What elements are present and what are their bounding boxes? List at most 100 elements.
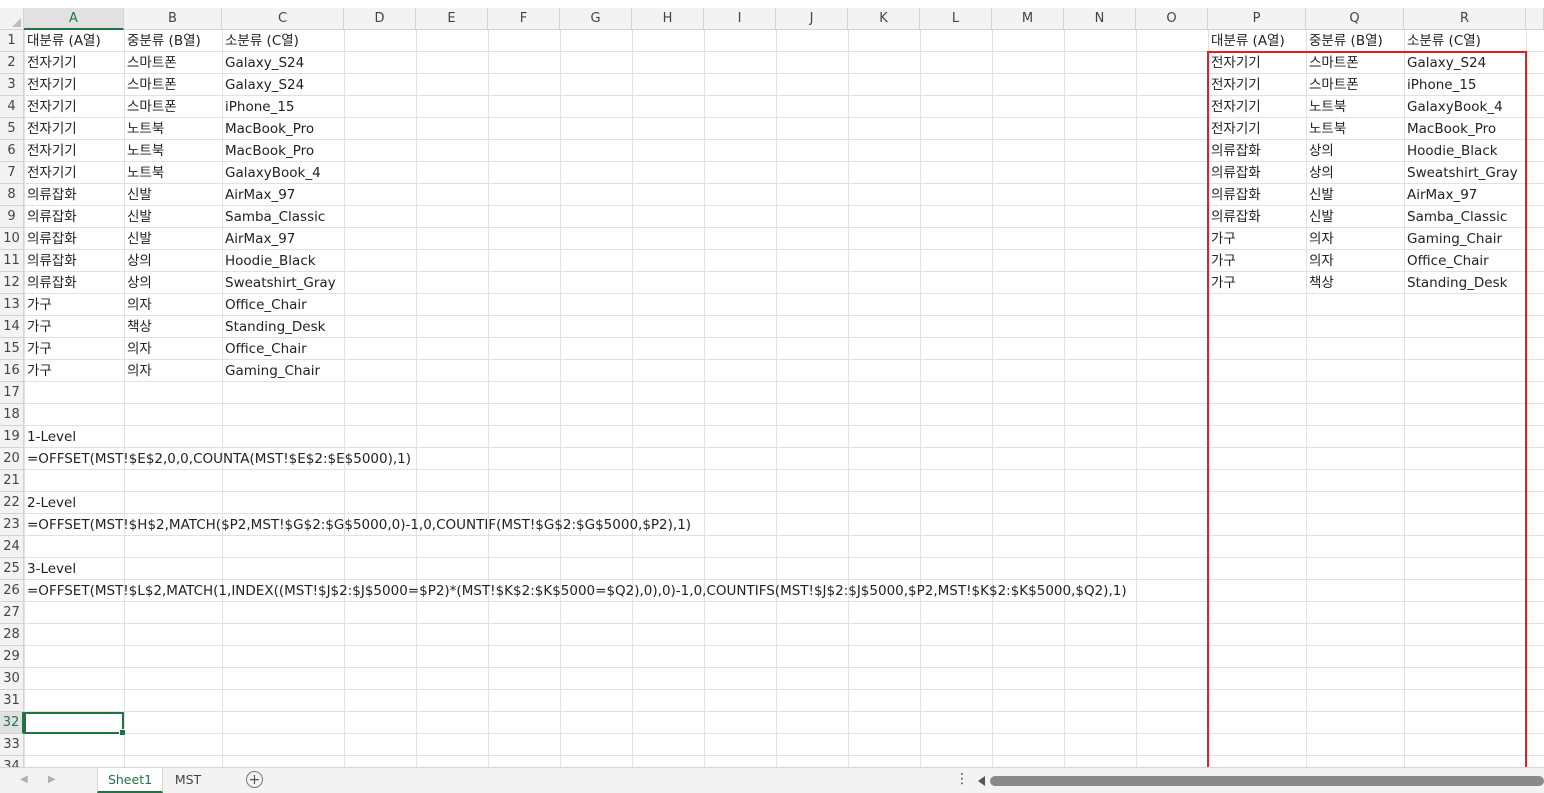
row-header-1[interactable]: 1 <box>0 30 24 52</box>
cell-c6[interactable]: MacBook_Pro <box>222 140 314 162</box>
cell-b4[interactable]: 스마트폰 <box>124 96 177 118</box>
cell-b13[interactable]: 의자 <box>124 294 152 316</box>
cell-r5[interactable]: MacBook_Pro <box>1404 118 1496 140</box>
cell-c9[interactable]: Samba_Classic <box>222 206 325 228</box>
cell-a23[interactable]: =OFFSET(MST!$H$2,MATCH($P2,MST!$G$2:$G$5… <box>24 514 691 536</box>
cell-a2[interactable]: 전자기기 <box>24 52 77 74</box>
cell-a3[interactable]: 전자기기 <box>24 74 77 96</box>
row-header-6[interactable]: 6 <box>0 140 24 162</box>
cell-q5[interactable]: 노트북 <box>1306 118 1346 140</box>
cell-b15[interactable]: 의자 <box>124 338 152 360</box>
cell-q8[interactable]: 신발 <box>1306 184 1334 206</box>
cell-p6[interactable]: 의류잡화 <box>1208 140 1261 162</box>
cell-a16[interactable]: 가구 <box>24 360 52 382</box>
cell-p3[interactable]: 전자기기 <box>1208 74 1261 96</box>
cell-a26[interactable]: =OFFSET(MST!$L$2,MATCH(1,INDEX((MST!$J$2… <box>24 580 1127 602</box>
row-header-10[interactable]: 10 <box>0 228 24 250</box>
cell-a14[interactable]: 가구 <box>24 316 52 338</box>
cell-b14[interactable]: 책상 <box>124 316 152 338</box>
row-header-5[interactable]: 5 <box>0 118 24 140</box>
cell-a15[interactable]: 가구 <box>24 338 52 360</box>
cell-b11[interactable]: 상의 <box>124 250 152 272</box>
cell-a9[interactable]: 의류잡화 <box>24 206 77 228</box>
column-header-h[interactable]: H <box>632 8 704 30</box>
column-header-a[interactable]: A <box>24 8 124 30</box>
cell-q1[interactable]: 중분류 (B열) <box>1306 30 1383 52</box>
cell-r1[interactable]: 소분류 (C열) <box>1404 30 1481 52</box>
cell-p11[interactable]: 가구 <box>1208 250 1236 272</box>
cell-r8[interactable]: AirMax_97 <box>1404 184 1477 206</box>
column-header-f[interactable]: F <box>488 8 560 30</box>
cell-b7[interactable]: 노트북 <box>124 162 164 184</box>
tab-mst[interactable]: MST <box>163 768 213 793</box>
cell-c5[interactable]: MacBook_Pro <box>222 118 314 140</box>
cell-p8[interactable]: 의류잡화 <box>1208 184 1261 206</box>
vertical-dots-icon[interactable]: ⋮ <box>955 771 969 787</box>
row-header-26[interactable]: 26 <box>0 580 24 602</box>
cell-q9[interactable]: 신발 <box>1306 206 1334 228</box>
cell-a5[interactable]: 전자기기 <box>24 118 77 140</box>
cell-a20[interactable]: =OFFSET(MST!$E$2,0,0,COUNTA(MST!$E$2:$E$… <box>24 448 411 470</box>
row-header-3[interactable]: 3 <box>0 74 24 96</box>
column-header-g[interactable]: G <box>560 8 632 30</box>
row-header-22[interactable]: 22 <box>0 492 24 514</box>
row-header-11[interactable]: 11 <box>0 250 24 272</box>
row-header-25[interactable]: 25 <box>0 558 24 580</box>
column-header-n[interactable]: N <box>1064 8 1136 30</box>
cell-a25[interactable]: 3-Level <box>24 558 76 580</box>
row-header-33[interactable]: 33 <box>0 734 24 756</box>
cell-q6[interactable]: 상의 <box>1306 140 1334 162</box>
row-header-2[interactable]: 2 <box>0 52 24 74</box>
cell-a7[interactable]: 전자기기 <box>24 162 77 184</box>
row-header-12[interactable]: 12 <box>0 272 24 294</box>
cell-r4[interactable]: GalaxyBook_4 <box>1404 96 1503 118</box>
tab-sheet1[interactable]: Sheet1 <box>97 768 163 793</box>
cell-b12[interactable]: 상의 <box>124 272 152 294</box>
cell-r3[interactable]: iPhone_15 <box>1404 74 1477 96</box>
cell-p10[interactable]: 가구 <box>1208 228 1236 250</box>
row-header-17[interactable]: 17 <box>0 382 24 404</box>
cell-c4[interactable]: iPhone_15 <box>222 96 295 118</box>
fill-handle[interactable] <box>119 729 126 736</box>
cell-c11[interactable]: Hoodie_Black <box>222 250 316 272</box>
column-header-l[interactable]: L <box>920 8 992 30</box>
prev-sheet-icon[interactable]: ◀ <box>20 774 28 785</box>
cell-b8[interactable]: 신발 <box>124 184 152 206</box>
cell-b16[interactable]: 의자 <box>124 360 152 382</box>
cell-b2[interactable]: 스마트폰 <box>124 52 177 74</box>
row-header-29[interactable]: 29 <box>0 646 24 668</box>
row-header-18[interactable]: 18 <box>0 404 24 426</box>
cell-b1[interactable]: 중분류 (B열) <box>124 30 201 52</box>
cell-p2[interactable]: 전자기기 <box>1208 52 1261 74</box>
cell-r10[interactable]: Gaming_Chair <box>1404 228 1502 250</box>
column-header-c[interactable]: C <box>222 8 344 30</box>
cell-b6[interactable]: 노트북 <box>124 140 164 162</box>
cell-q11[interactable]: 의자 <box>1306 250 1334 272</box>
active-cell-selection[interactable] <box>24 712 126 736</box>
column-header-i[interactable]: I <box>704 8 776 30</box>
cell-q2[interactable]: 스마트폰 <box>1306 52 1359 74</box>
row-header-7[interactable]: 7 <box>0 162 24 184</box>
cell-q4[interactable]: 노트북 <box>1306 96 1346 118</box>
horizontal-scrollbar-thumb[interactable] <box>990 776 1544 786</box>
cell-a19[interactable]: 1-Level <box>24 426 76 448</box>
cell-c1[interactable]: 소분류 (C열) <box>222 30 299 52</box>
plus-circle-icon[interactable]: + <box>246 771 263 788</box>
cell-p4[interactable]: 전자기기 <box>1208 96 1261 118</box>
cell-q7[interactable]: 상의 <box>1306 162 1334 184</box>
triangle-left-icon[interactable] <box>978 776 985 786</box>
row-header-14[interactable]: 14 <box>0 316 24 338</box>
cell-a4[interactable]: 전자기기 <box>24 96 77 118</box>
row-header-31[interactable]: 31 <box>0 690 24 712</box>
column-header-b[interactable]: B <box>124 8 222 30</box>
cell-r11[interactable]: Office_Chair <box>1404 250 1489 272</box>
cell-a11[interactable]: 의류잡화 <box>24 250 77 272</box>
next-sheet-icon[interactable]: ▶ <box>48 774 56 785</box>
row-header-16[interactable]: 16 <box>0 360 24 382</box>
cell-r6[interactable]: Hoodie_Black <box>1404 140 1498 162</box>
select-all-corner[interactable] <box>0 8 24 30</box>
column-header-p[interactable]: P <box>1208 8 1306 30</box>
row-header-20[interactable]: 20 <box>0 448 24 470</box>
column-header-r[interactable]: R <box>1404 8 1526 30</box>
row-header-15[interactable]: 15 <box>0 338 24 360</box>
